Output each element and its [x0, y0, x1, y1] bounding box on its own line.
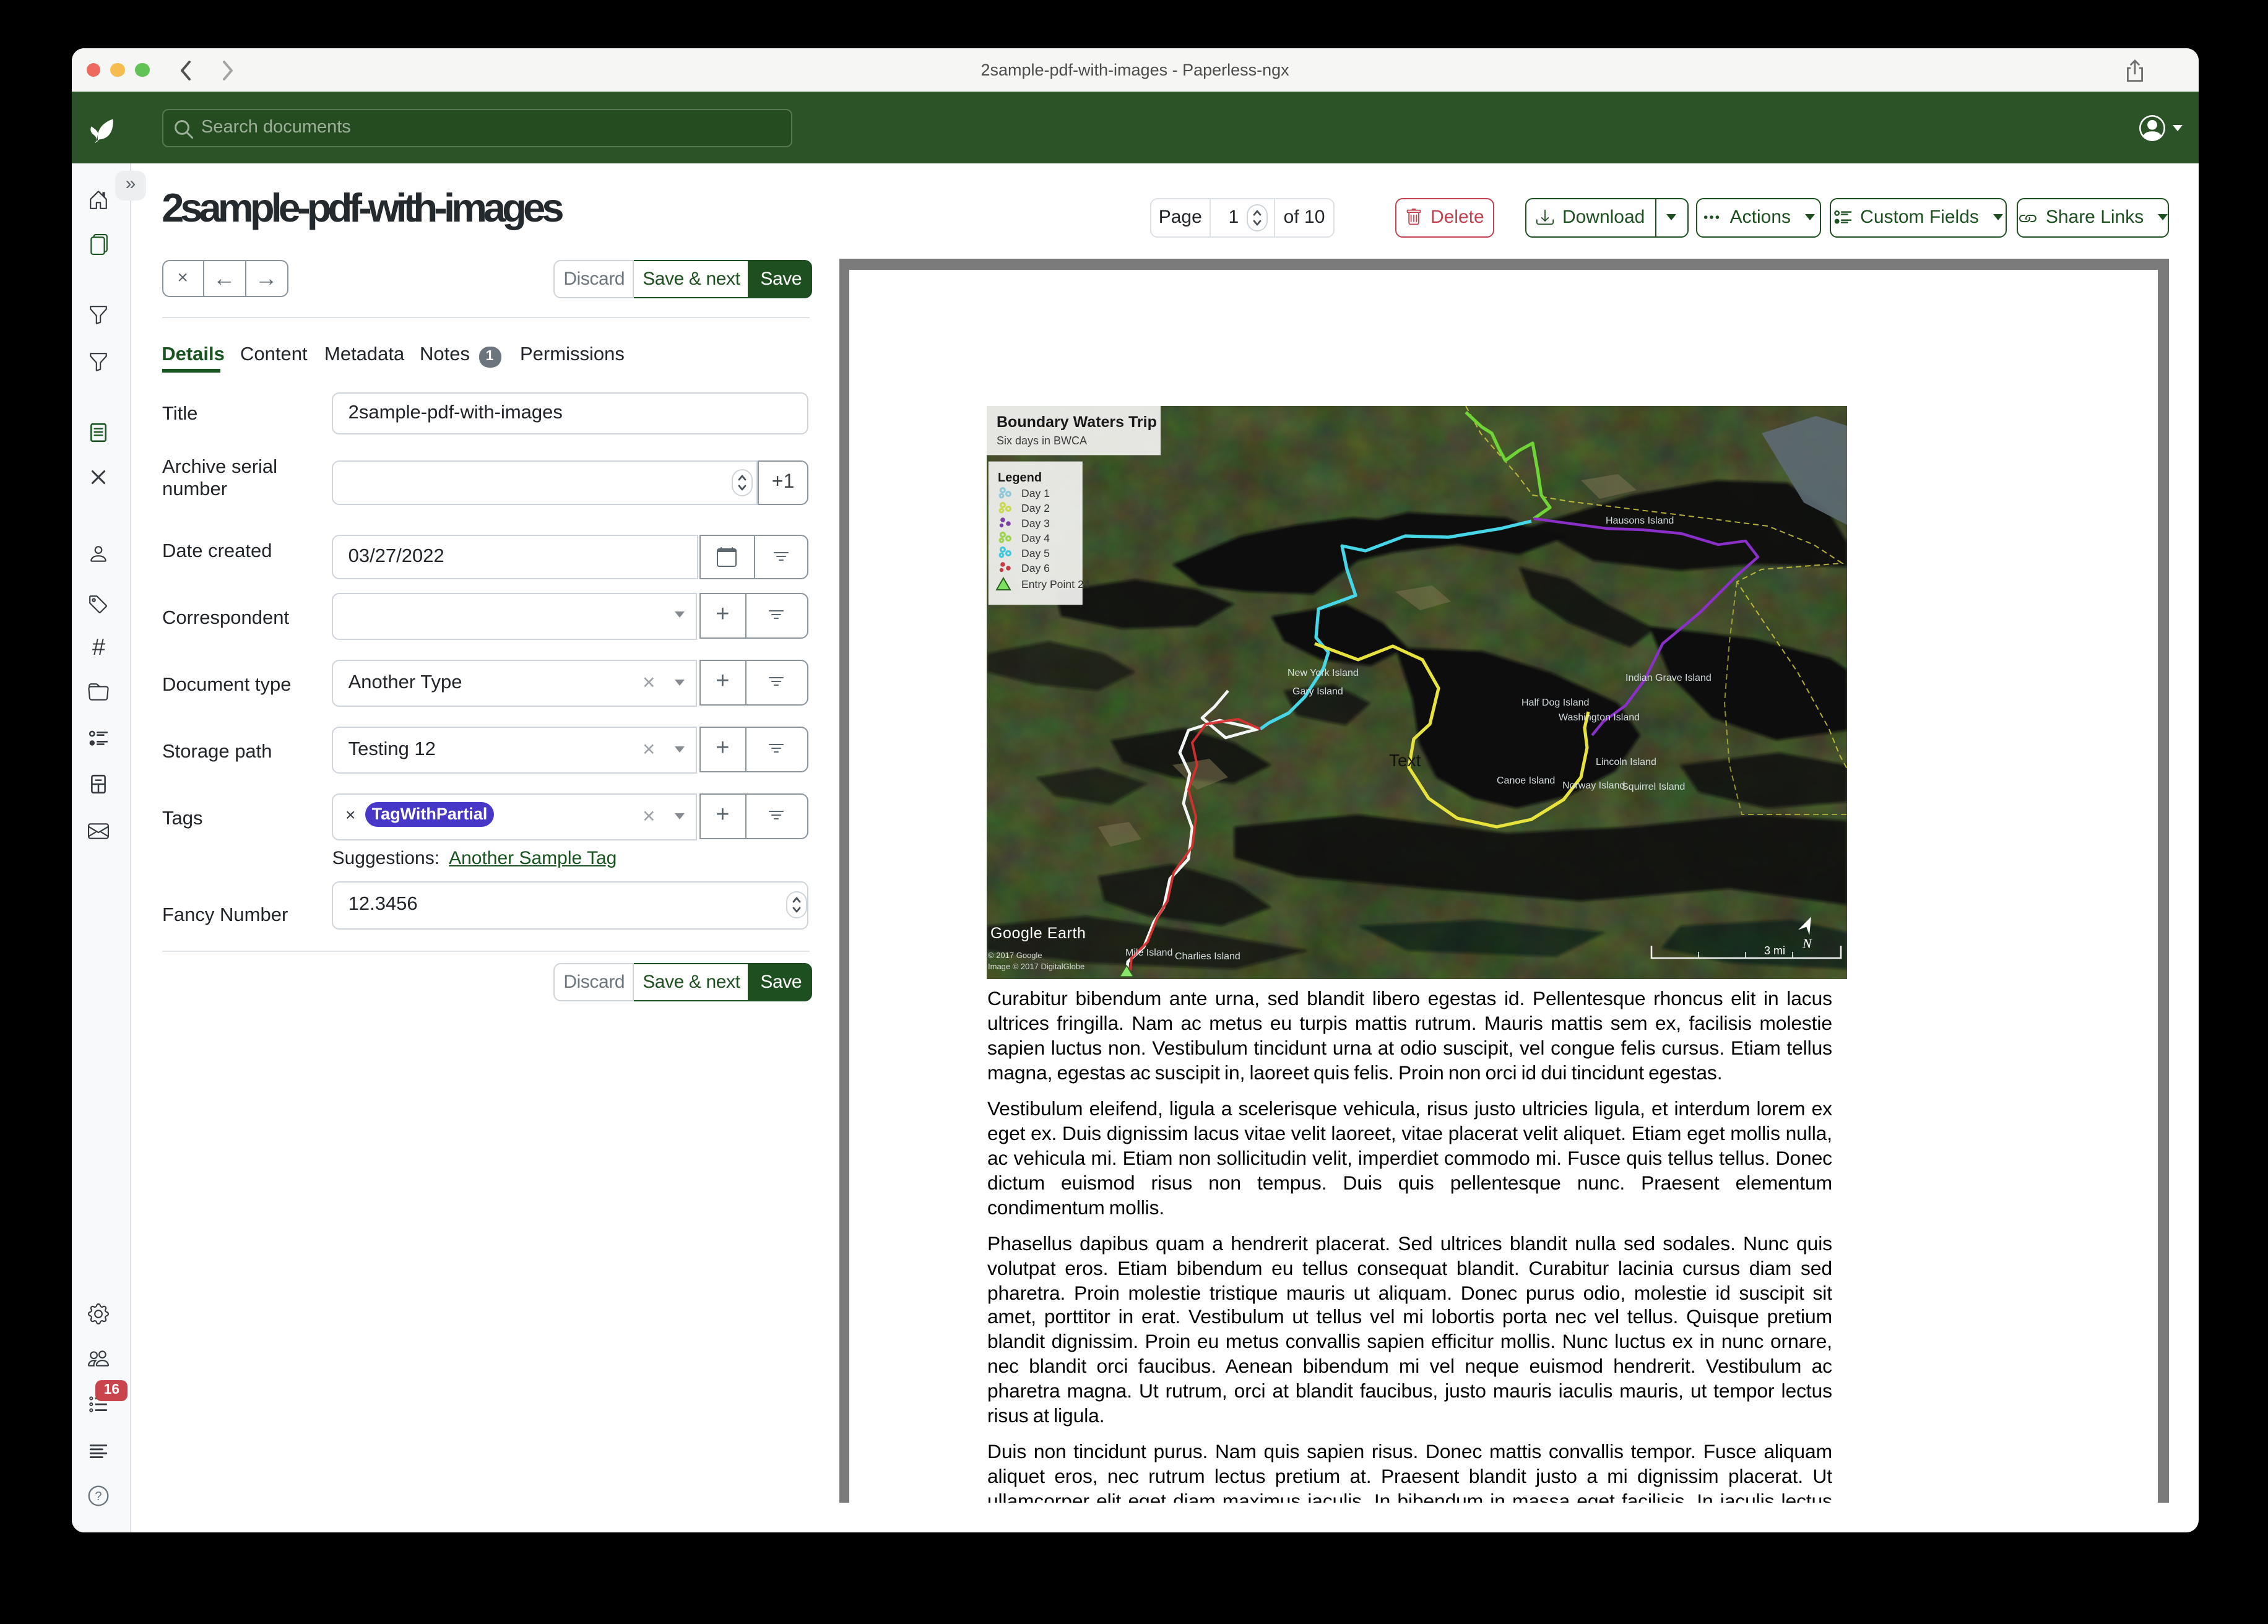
svg-text:Google Earth: Google Earth	[991, 925, 1087, 942]
svg-text:Day 6: Day 6	[1022, 562, 1050, 574]
svg-text:Day 2: Day 2	[1022, 502, 1050, 514]
svg-text:3 mi: 3 mi	[1765, 944, 1786, 957]
svg-text:?: ?	[95, 1490, 102, 1504]
svg-text:N: N	[1803, 936, 1813, 951]
svg-text:Boundary Waters Trip: Boundary Waters Trip	[997, 413, 1158, 431]
svg-text:Six days in BWCA: Six days in BWCA	[997, 434, 1088, 447]
svg-text:Day 4: Day 4	[1022, 532, 1050, 545]
svg-text:Indian Grave Island: Indian Grave Island	[1626, 673, 1712, 683]
svg-text:Legend: Legend	[998, 471, 1042, 485]
svg-text:New York Island: New York Island	[1288, 668, 1359, 678]
svg-text:© 2017 Google: © 2017 Google	[989, 951, 1043, 960]
svg-text:Entry Point 24: Entry Point 24	[1022, 578, 1091, 590]
svg-text:Canoe Island: Canoe Island	[1497, 775, 1556, 786]
svg-text:Day 1: Day 1	[1022, 487, 1050, 499]
svg-text:Mile Island: Mile Island	[1126, 948, 1173, 958]
svg-text:Charlies Island: Charlies Island	[1175, 951, 1241, 962]
svg-text:Washington Island: Washington Island	[1559, 712, 1640, 723]
svg-text:Half Dog Island: Half Dog Island	[1522, 698, 1590, 708]
svg-text:Day 3: Day 3	[1022, 517, 1050, 529]
svg-text:Lincoln Island: Lincoln Island	[1596, 757, 1657, 767]
svg-text:Image © 2017 DigitalGlobe: Image © 2017 DigitalGlobe	[989, 962, 1085, 971]
svg-text:Squirrel Island: Squirrel Island	[1622, 782, 1686, 792]
svg-text:Day 5: Day 5	[1022, 547, 1050, 559]
svg-text:Norway Island: Norway Island	[1563, 780, 1625, 791]
svg-text:Hausons Island: Hausons Island	[1606, 516, 1674, 526]
svg-text:Text: Text	[1390, 751, 1422, 770]
svg-text:Gary Island: Gary Island	[1293, 686, 1344, 697]
